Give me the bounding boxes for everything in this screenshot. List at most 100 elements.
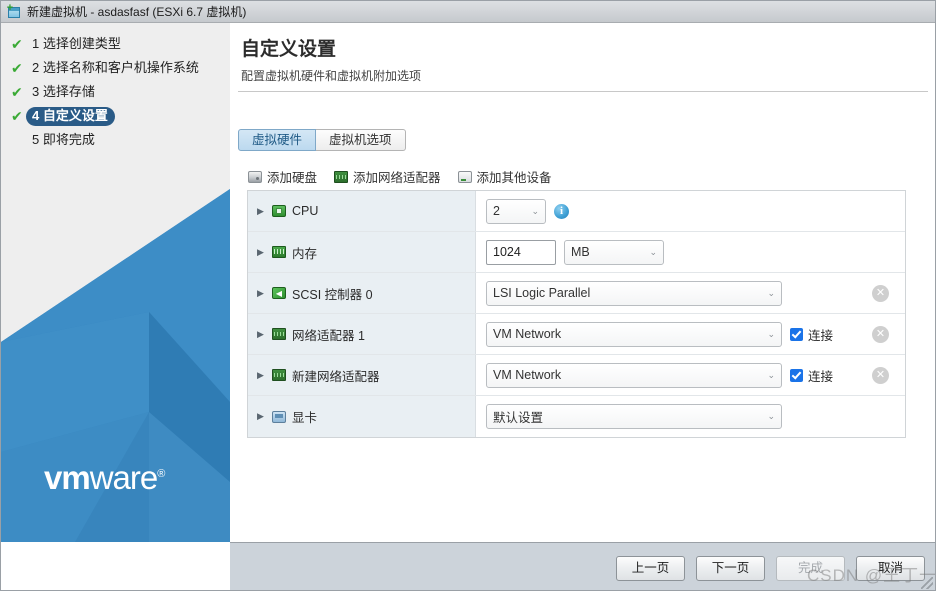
network-adapter-icon <box>272 369 286 381</box>
chevron-down-icon: ⌄ <box>767 371 775 380</box>
vmware-logo-light: ware <box>90 459 158 496</box>
network-select[interactable]: VM Network ⌄ <box>486 322 782 347</box>
window-titlebar: + 新建虚拟机 - asdasfasf (ESXi 6.7 虚拟机) <box>1 1 936 23</box>
add-network-adapter-button[interactable]: 添加网络适配器 <box>334 167 441 186</box>
step-check-icon: ✔ <box>11 109 26 123</box>
table-row: ▶ 网络适配器 1 VM Network ⌄ 连接 ✕ <box>248 314 905 355</box>
hardware-row-value-new-network-adapter: VM Network ⌄ 连接 ✕ <box>476 355 905 395</box>
footer-button-group: 上一页 下一页 完成 取消 <box>616 556 925 581</box>
memory-unit-select[interactable]: MB ⌄ <box>564 240 664 265</box>
step-check-icon: ✔ <box>11 61 26 75</box>
scsi-controller-type-value: LSI Logic Parallel <box>493 286 590 300</box>
expand-chevron-icon[interactable]: ▶ <box>257 248 266 257</box>
add-hard-disk-button[interactable]: 添加硬盘 <box>248 167 317 186</box>
add-other-device-button[interactable]: 添加其他设备 <box>458 167 552 186</box>
sidebar-step-4[interactable]: ✔ 4 自定义设置 <box>1 105 230 127</box>
chevron-down-icon: ⌄ <box>767 412 775 421</box>
network-adapter-icon <box>334 171 348 183</box>
hardware-row-label: SCSI 控制器 0 <box>292 284 373 303</box>
sidebar-step-label: 1 选择创建类型 <box>26 35 128 54</box>
memory-unit-value: MB <box>571 245 590 259</box>
virtual-hardware-table: ▶ CPU 2 ⌄ i ▶ 内存 <box>247 190 906 438</box>
hardware-row-label: 网络适配器 1 <box>292 325 365 344</box>
connect-checkbox-group[interactable]: 连接 <box>790 325 833 344</box>
hardware-row-label: 内存 <box>292 243 317 262</box>
expand-chevron-icon[interactable]: ▶ <box>257 371 266 380</box>
page-title: 自定义设置 <box>241 34 336 61</box>
memory-icon <box>272 246 286 258</box>
add-network-adapter-label: 添加网络适配器 <box>353 167 441 186</box>
graphics-setting-select[interactable]: 默认设置 ⌄ <box>486 404 782 429</box>
expand-chevron-icon[interactable]: ▶ <box>257 412 266 421</box>
wizard-content-panel: 自定义设置 配置虚拟机硬件和虚拟机附加选项 虚拟硬件 虚拟机选项 添加硬盘 添加… <box>230 23 936 542</box>
sidebar-step-label: 2 选择名称和客户机操作系统 <box>26 59 206 78</box>
hardware-row-header-memory[interactable]: ▶ 内存 <box>248 232 476 272</box>
table-row: ▶ 显卡 默认设置 ⌄ <box>248 396 905 437</box>
wizard-step-list: ✔ 1 选择创建类型 ✔ 2 选择名称和客户机操作系统 ✔ 3 选择存储 ✔ 4… <box>1 33 230 153</box>
hardware-row-label: 新建网络适配器 <box>292 366 380 385</box>
scsi-controller-icon <box>272 287 286 299</box>
tab-bar: 虚拟硬件 虚拟机选项 <box>238 129 406 151</box>
expand-chevron-icon[interactable]: ▶ <box>257 289 266 298</box>
new-vm-icon: + <box>6 4 22 20</box>
add-hard-disk-label: 添加硬盘 <box>267 167 317 186</box>
cpu-icon <box>272 205 286 217</box>
tab-vm-options[interactable]: 虚拟机选项 <box>316 129 406 151</box>
hardware-row-header-graphics-card[interactable]: ▶ 显卡 <box>248 396 476 437</box>
chevron-down-icon: ⌄ <box>531 207 539 216</box>
step-check-icon: ✔ <box>11 85 26 99</box>
sidebar-step-label: 3 选择存储 <box>26 83 102 102</box>
remove-device-button[interactable]: ✕ <box>872 367 889 384</box>
network-value: VM Network <box>493 327 561 341</box>
scsi-controller-type-select[interactable]: LSI Logic Parallel ⌄ <box>486 281 782 306</box>
graphics-setting-value: 默认设置 <box>493 407 543 426</box>
other-device-icon <box>458 171 472 183</box>
table-row: ▶ 新建网络适配器 VM Network ⌄ 连接 ✕ <box>248 355 905 396</box>
hard-disk-icon <box>248 171 262 183</box>
cpu-count-value: 2 <box>493 204 500 218</box>
resize-grip[interactable] <box>921 577 933 589</box>
vmware-logo-mark: ® <box>157 468 164 480</box>
step-check-icon: ✔ <box>11 37 26 51</box>
sidebar-step-2[interactable]: ✔ 2 选择名称和客户机操作系统 <box>1 57 230 79</box>
finish-button: 完成 <box>776 556 845 581</box>
hardware-row-value-memory: 1024 MB ⌄ <box>476 232 905 272</box>
vmware-branding-panel: vmware® <box>1 152 230 542</box>
header-divider <box>238 91 928 92</box>
cancel-button[interactable]: 取消 <box>856 556 925 581</box>
expand-chevron-icon[interactable]: ▶ <box>257 330 266 339</box>
vmware-logo-bold: vm <box>44 459 90 496</box>
hardware-row-header-network-adapter-1[interactable]: ▶ 网络适配器 1 <box>248 314 476 354</box>
back-button[interactable]: 上一页 <box>616 556 685 581</box>
network-select[interactable]: VM Network ⌄ <box>486 363 782 388</box>
wizard-footer: 上一页 下一页 完成 取消 <box>230 542 936 591</box>
hardware-row-value-graphics-card: 默认设置 ⌄ <box>476 396 905 437</box>
info-icon[interactable]: i <box>554 204 569 219</box>
page-subtitle: 配置虚拟机硬件和虚拟机附加选项 <box>241 67 421 84</box>
hardware-row-header-scsi[interactable]: ▶ SCSI 控制器 0 <box>248 273 476 313</box>
remove-device-button[interactable]: ✕ <box>872 285 889 302</box>
tab-virtual-hardware[interactable]: 虚拟硬件 <box>238 129 316 151</box>
memory-size-input[interactable]: 1024 <box>486 240 556 265</box>
hardware-row-header-cpu[interactable]: ▶ CPU <box>248 191 476 231</box>
cpu-count-select[interactable]: 2 ⌄ <box>486 199 546 224</box>
hardware-row-label: CPU <box>292 204 318 218</box>
connect-checkbox-label: 连接 <box>808 325 833 344</box>
table-row: ▶ SCSI 控制器 0 LSI Logic Parallel ⌄ ✕ <box>248 273 905 314</box>
table-row: ▶ CPU 2 ⌄ i <box>248 191 905 232</box>
table-row: ▶ 内存 1024 MB ⌄ <box>248 232 905 273</box>
sidebar-step-5[interactable]: 5 即将完成 <box>1 129 230 151</box>
next-button[interactable]: 下一页 <box>696 556 765 581</box>
expand-chevron-icon[interactable]: ▶ <box>257 207 266 216</box>
connect-checkbox[interactable] <box>790 328 803 341</box>
chevron-down-icon: ⌄ <box>649 248 657 257</box>
connect-checkbox-label: 连接 <box>808 366 833 385</box>
sidebar-step-3[interactable]: ✔ 3 选择存储 <box>1 81 230 103</box>
device-action-bar: 添加硬盘 添加网络适配器 添加其他设备 <box>248 167 552 186</box>
sidebar-step-1[interactable]: ✔ 1 选择创建类型 <box>1 33 230 55</box>
connect-checkbox[interactable] <box>790 369 803 382</box>
remove-device-button[interactable]: ✕ <box>872 326 889 343</box>
hardware-row-header-new-network-adapter[interactable]: ▶ 新建网络适配器 <box>248 355 476 395</box>
connect-checkbox-group[interactable]: 连接 <box>790 366 833 385</box>
hardware-row-value-network-adapter-1: VM Network ⌄ 连接 ✕ <box>476 314 905 354</box>
